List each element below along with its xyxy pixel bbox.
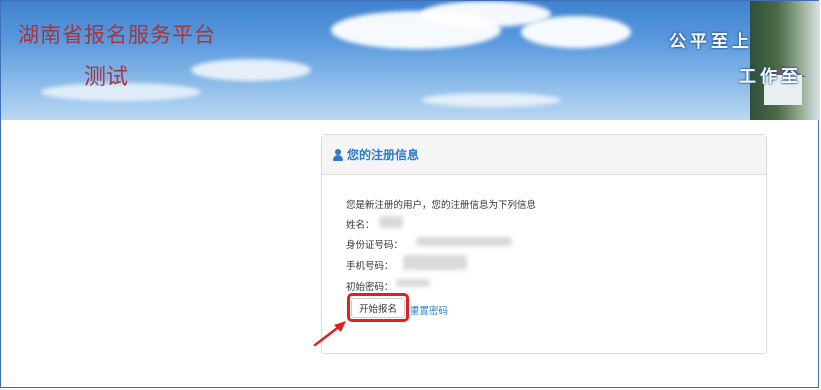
panel-title: 您的注册信息	[347, 148, 420, 162]
red-arrow-icon	[313, 321, 346, 347]
cloud-decoration	[421, 93, 561, 107]
field-name-label: 姓名：	[346, 220, 375, 231]
start-registration-button[interactable]: 开始报名	[351, 298, 405, 318]
registration-info-panel: 您的注册信息 您是新注册的用户，您的注册信息为下列信息 姓名： 身份证号码： 手…	[321, 134, 767, 354]
slogan-line-2: 工作至	[739, 67, 802, 87]
slogan-line-1: 公平至上	[669, 32, 753, 52]
header-banner: 湖南省报名服务平台 测试 公平至上 工作至	[1, 1, 820, 120]
field-id-label: 身份证号码：	[346, 240, 404, 251]
id-value-redacted	[416, 237, 512, 246]
field-phone-label: 手机号码：	[346, 261, 394, 272]
cloud-decoration	[521, 16, 631, 48]
name-value-redacted	[379, 216, 403, 228]
site-subtitle: 测试	[84, 65, 129, 90]
intro-text: 您是新注册的用户，您的注册信息为下列信息	[346, 200, 537, 211]
site-title: 湖南省报名服务平台	[18, 23, 216, 47]
cloud-decoration	[191, 59, 311, 81]
reset-password-link[interactable]: 重置密码	[410, 303, 448, 317]
phone-value-redacted	[403, 255, 467, 270]
user-icon	[332, 148, 344, 161]
panel-header: 您的注册信息	[322, 135, 766, 175]
password-value-redacted	[396, 279, 430, 287]
field-password-label: 初始密码：	[346, 282, 394, 293]
